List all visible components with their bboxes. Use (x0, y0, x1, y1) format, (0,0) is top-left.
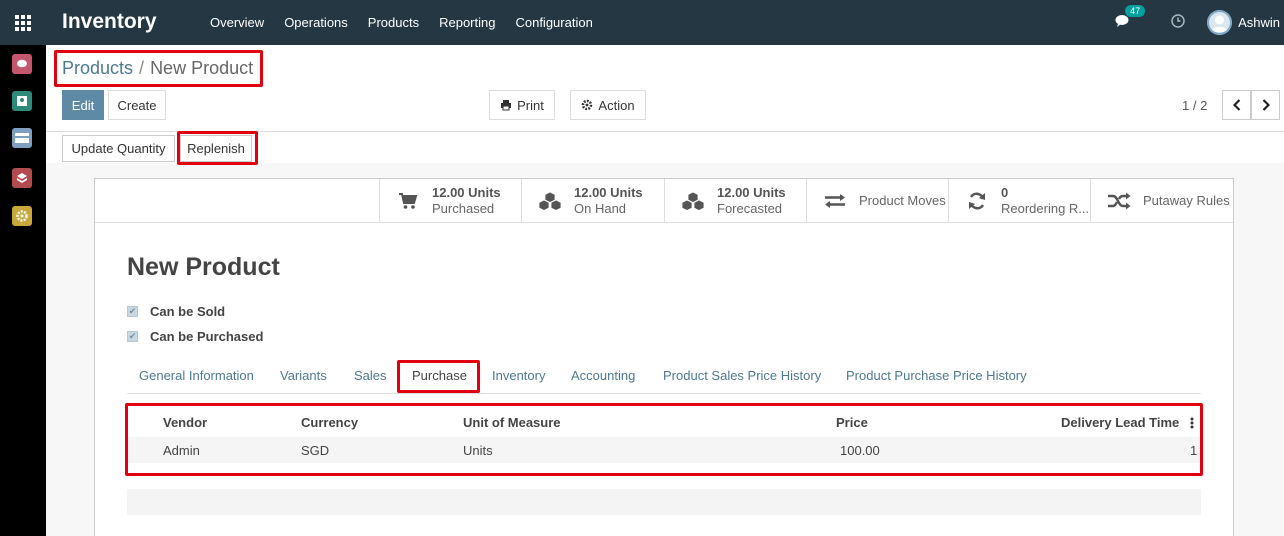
tab-product-purchase-price-history[interactable]: Product Purchase Price History (846, 368, 1027, 383)
gear-icon (582, 99, 593, 111)
pager-value[interactable]: 1 / 2 (1182, 98, 1207, 113)
action-label: Action (598, 97, 635, 113)
inventory-app-icon[interactable] (12, 168, 32, 188)
refresh-icon (963, 191, 991, 211)
menu-operations[interactable]: Operations (284, 15, 348, 30)
reordering-rules-label: Reordering R... (1001, 201, 1090, 216)
can-be-sold-row: ✔ Can be Sold (127, 304, 225, 319)
menu-reporting[interactable]: Reporting (439, 15, 495, 30)
exchange-icon (821, 193, 849, 209)
update-quantity-button[interactable]: Update Quantity (62, 135, 175, 162)
can-be-sold-checkbox[interactable]: ✔ (127, 306, 138, 317)
can-be-purchased-label: Can be Purchased (150, 329, 264, 344)
chevron-right-icon (1262, 99, 1270, 111)
contacts-app-icon[interactable] (12, 91, 32, 111)
print-button[interactable]: Print (489, 90, 555, 120)
cart-icon (394, 192, 422, 210)
notification-badge: 47 (1125, 5, 1146, 17)
activity-clock-icon[interactable] (1171, 14, 1185, 31)
smart-button-on-hand[interactable]: 12.00 Units On Hand (521, 179, 664, 223)
print-label: Print (517, 97, 544, 113)
highlight-box-replenish (177, 131, 258, 165)
can-be-sold-label: Can be Sold (150, 304, 226, 319)
on-hand-value: 12.00 Units (574, 185, 643, 200)
cubes-icon (679, 191, 707, 211)
tab-sales[interactable]: Sales (354, 368, 387, 383)
navbar-right: 47 Ashwin (1115, 0, 1284, 45)
pager-next-button[interactable] (1251, 90, 1280, 120)
top-navbar: Inventory Overview Operations Products R… (46, 0, 1284, 45)
tab-product-sales-price-history[interactable]: Product Sales Price History (663, 368, 821, 383)
tab-inventory[interactable]: Inventory (492, 368, 545, 383)
notebook-tabs: General Information Variants Sales Purch… (127, 360, 1201, 394)
messages-button[interactable]: 47 (1115, 5, 1146, 31)
form-sheet: 12.00 Units Purchased 12.00 Units On Hand … (94, 178, 1234, 536)
print-icon (501, 100, 512, 111)
menu-products[interactable]: Products (368, 15, 419, 30)
smart-button-product-moves[interactable]: Product Moves (806, 179, 948, 223)
tab-accounting[interactable]: Accounting (571, 368, 635, 383)
app-rail (0, 0, 46, 536)
can-be-purchased-checkbox[interactable]: ✔ (127, 331, 138, 342)
product-name[interactable]: New Product (127, 253, 280, 282)
putaway-rules-label: Putaway Rules (1143, 193, 1230, 208)
forecasted-value: 12.00 Units (717, 185, 786, 200)
reordering-rules-value: 0 (1001, 185, 1009, 200)
tab-variants[interactable]: Variants (280, 368, 327, 383)
menu-overview[interactable]: Overview (210, 15, 264, 30)
discuss-app-icon[interactable] (12, 54, 32, 74)
main-menu: Overview Operations Products Reporting C… (210, 15, 613, 30)
chevron-left-icon (1232, 99, 1240, 111)
forecasted-label: Forecasted (717, 201, 783, 216)
create-button[interactable]: Create (108, 90, 166, 120)
purchased-value: 12.00 Units (432, 185, 501, 200)
highlight-box-purchase-tab (397, 360, 480, 393)
smart-button-purchased[interactable]: 12.00 Units Purchased (379, 179, 521, 223)
highlight-box-vendor-table (125, 403, 1203, 476)
invoicing-app-icon[interactable] (12, 128, 32, 148)
edit-button[interactable]: Edit (62, 90, 104, 120)
apps-menu-icon[interactable] (0, 0, 46, 45)
table-footer (127, 489, 1201, 515)
purchased-label: Purchased (432, 201, 495, 216)
smart-button-box: 12.00 Units Purchased 12.00 Units On Hand … (95, 179, 1233, 223)
tab-general-information[interactable]: General Information (139, 368, 254, 383)
user-name[interactable]: Ashwin (1238, 15, 1280, 30)
user-avatar[interactable] (1207, 10, 1233, 35)
settings-app-icon[interactable] (12, 206, 32, 226)
app-title[interactable]: Inventory (62, 10, 157, 34)
highlight-box-breadcrumb (54, 50, 263, 87)
smart-button-reordering-rules[interactable]: 0 Reordering R... (948, 179, 1090, 223)
menu-configuration[interactable]: Configuration (515, 15, 592, 30)
on-hand-label: On Hand (574, 201, 627, 216)
smart-button-forecasted[interactable]: 12.00 Units Forecasted (664, 179, 806, 223)
random-icon (1105, 192, 1133, 210)
can-be-purchased-row: ✔ Can be Purchased (127, 329, 263, 344)
product-moves-label: Product Moves (859, 193, 946, 208)
pager-previous-button[interactable] (1222, 90, 1251, 120)
cubes-icon (536, 191, 564, 211)
smart-button-putaway-rules[interactable]: Putaway Rules (1090, 179, 1233, 223)
action-button[interactable]: Action (570, 90, 646, 120)
